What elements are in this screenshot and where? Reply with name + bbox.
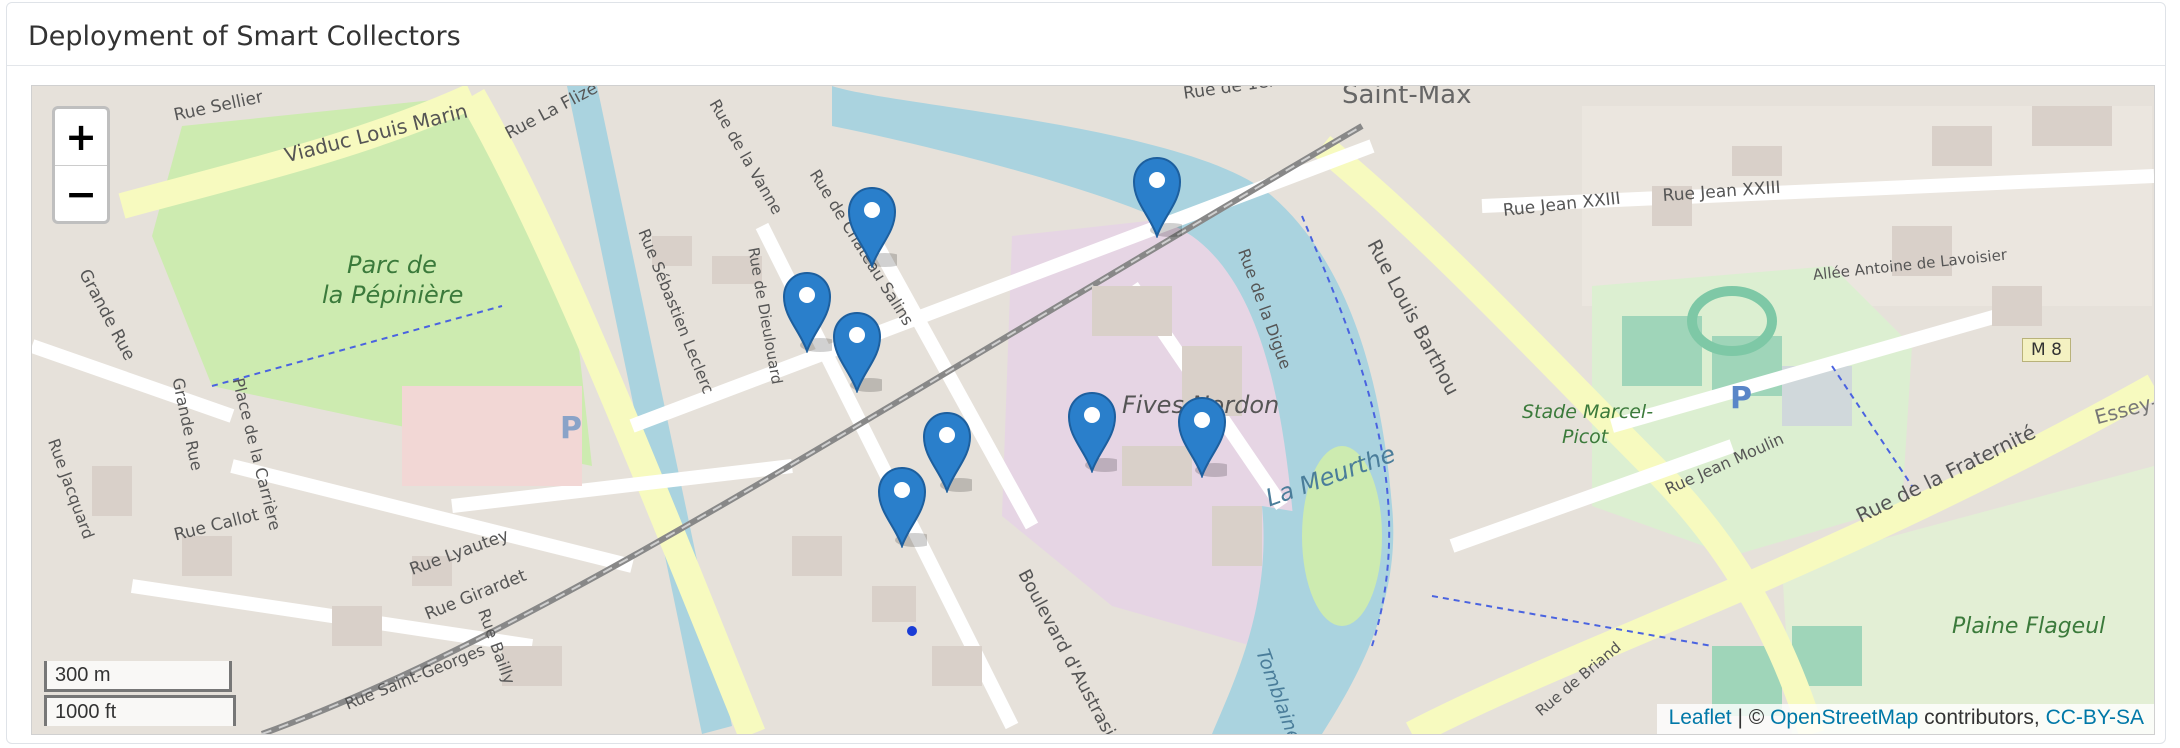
scale-metric: 300 m xyxy=(44,661,232,692)
scale-imperial: 1000 ft xyxy=(44,695,236,726)
place-label-picot: Picot xyxy=(1562,426,1609,448)
parking-label: P xyxy=(1730,381,1752,416)
collector-marker-icon[interactable] xyxy=(922,411,980,495)
card-header: Deployment of Smart Collectors xyxy=(7,3,2165,66)
collector-marker-icon[interactable] xyxy=(782,271,840,355)
parking-label: P xyxy=(560,411,582,446)
road-badge: M 8 xyxy=(2022,338,2071,362)
place-label-pepiniere: la Pépinière xyxy=(322,281,464,309)
zoom-out-button[interactable]: − xyxy=(55,166,107,222)
map-view[interactable]: Saint-Max Parc de la Pépinière Fives Nor… xyxy=(31,85,2155,735)
place-label-plaine-flageul: Plaine Flageul xyxy=(1952,614,2106,639)
collector-marker-icon[interactable] xyxy=(847,186,905,270)
collector-marker-icon[interactable] xyxy=(1177,396,1235,480)
place-label-saint-max: Saint-Max xyxy=(1342,85,1472,110)
zoom-control: + − xyxy=(52,106,110,224)
zoom-in-button[interactable]: + xyxy=(55,109,107,166)
place-label-stade: Stade Marcel- xyxy=(1522,401,1654,423)
place-label-parc: Parc de xyxy=(347,251,437,279)
attribution-separator: | © xyxy=(1731,706,1771,729)
collector-marker-icon[interactable] xyxy=(832,311,890,395)
map-card: Deployment of Smart Collectors Saint-Max… xyxy=(6,2,2166,744)
collector-marker-icon[interactable] xyxy=(1132,156,1190,240)
collector-marker-icon[interactable] xyxy=(1067,391,1125,475)
leaflet-link[interactable]: Leaflet xyxy=(1669,706,1732,729)
map-attribution: Leaflet | © OpenStreetMap contributors, … xyxy=(1656,704,2154,734)
attribution-contributors: contributors, xyxy=(1918,706,2046,729)
card-title: Deployment of Smart Collectors xyxy=(28,21,461,52)
osm-link[interactable]: OpenStreetMap xyxy=(1770,706,1918,729)
collector-marker-icon[interactable] xyxy=(877,466,935,550)
license-link[interactable]: CC-BY-SA xyxy=(2046,706,2144,729)
